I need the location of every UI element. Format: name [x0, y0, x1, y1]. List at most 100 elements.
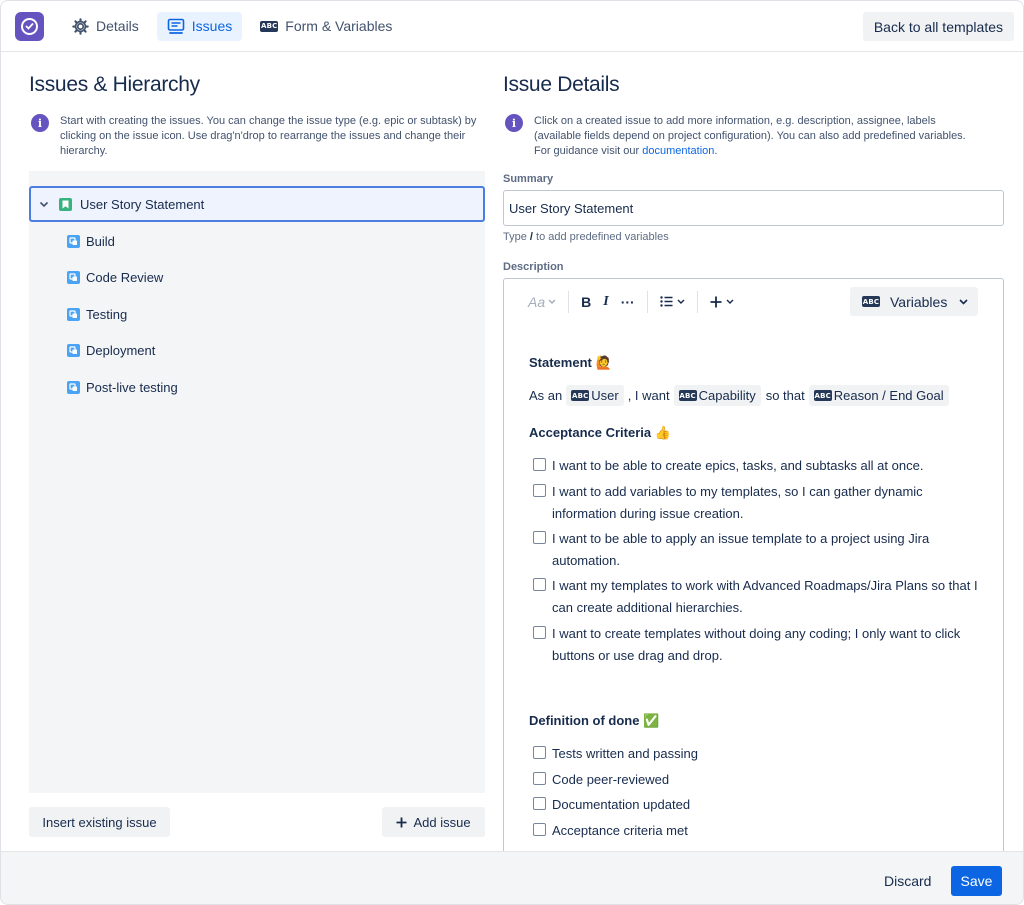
documentation-link[interactable]: documentation	[642, 145, 714, 157]
checkbox[interactable]	[533, 578, 546, 591]
statement-text: As an	[529, 388, 563, 403]
add-issue-label: Add issue	[413, 814, 471, 830]
abc-icon: ABC	[571, 390, 590, 401]
dod-item-text: Documentation updated	[552, 797, 691, 812]
acceptance-item: I want my templates to work with Advance…	[533, 575, 982, 618]
issues-hierarchy-title: Issues & Hierarchy	[29, 73, 200, 96]
plus-icon	[396, 817, 407, 828]
add-issue-button[interactable]: Add issue	[382, 807, 485, 837]
acceptance-item-text: I want to be able to apply an issue temp…	[552, 531, 930, 568]
tree-item-label: Code Review	[86, 269, 164, 285]
more-formatting-button[interactable]: ···	[621, 294, 635, 310]
chevron-down-icon	[726, 299, 734, 304]
abc-icon: ABC	[678, 390, 697, 401]
abc-icon: ABC	[813, 390, 832, 401]
checkbox[interactable]	[533, 458, 546, 471]
text-style-dropdown[interactable]: Aa	[528, 294, 556, 310]
statement-heading: Statement 🙋	[529, 355, 612, 370]
discard-button[interactable]: Discard	[873, 866, 942, 896]
acceptance-item-text: I want to be able to create epics, tasks…	[552, 458, 924, 473]
acceptance-item: I want to add variables to my templates,…	[533, 481, 982, 524]
tree-item-label: Build	[86, 233, 115, 249]
chevron-down-icon[interactable]	[38, 198, 50, 210]
task-icon[interactable]	[67, 234, 80, 248]
issue-details-title: Issue Details	[503, 73, 620, 96]
user-variable-chip[interactable]: ABC User	[566, 385, 624, 406]
statement-line: As an ABC User , I want ABC Capability so …	[529, 385, 953, 406]
definition-of-done-heading: Definition of done ✅	[529, 713, 660, 728]
checkbox[interactable]	[533, 746, 546, 759]
task-icon[interactable]	[67, 270, 80, 284]
acceptance-item: I want to create templates without doing…	[533, 623, 982, 666]
story-icon[interactable]	[59, 197, 72, 211]
summary-input[interactable]: User Story Statement	[503, 190, 1004, 226]
tree-item-testing[interactable]: Testing	[67, 304, 127, 324]
chip-label: Capability	[698, 388, 756, 403]
footer-bar	[1, 851, 1023, 904]
text-style-label: Aa	[528, 293, 546, 310]
tab-details[interactable]: Details	[62, 12, 149, 41]
toolbar-divider	[568, 290, 570, 313]
insert-existing-issue-button[interactable]: Insert existing issue	[29, 807, 170, 837]
tree-item-post-live-testing[interactable]: Post-live testing	[67, 377, 178, 397]
task-icon[interactable]	[67, 307, 80, 321]
chevron-down-icon	[677, 299, 685, 304]
plus-icon	[710, 296, 722, 308]
abc-icon: ABC	[862, 296, 880, 307]
reason-variable-chip[interactable]: ABC Reason / End Goal	[808, 385, 949, 406]
checkbox[interactable]	[533, 772, 546, 785]
task-icon[interactable]	[67, 380, 80, 394]
italic-button[interactable]: I	[603, 294, 608, 310]
description-editor[interactable]: Aa B I ··· ABC Variables Statement 🙋 As …	[503, 278, 1004, 858]
capability-variable-chip[interactable]: ABC Capability	[673, 385, 761, 406]
back-to-templates-button[interactable]: Back to all templates	[862, 12, 1014, 41]
dod-item: Documentation updated	[533, 794, 982, 816]
tree-item-build[interactable]: Build	[67, 231, 115, 251]
dod-item: Tests written and passing	[533, 743, 982, 765]
checkbox[interactable]	[533, 823, 546, 836]
tree-item-code-review[interactable]: Code Review	[67, 267, 163, 287]
dod-item: Acceptance criteria met	[533, 820, 982, 842]
checkbox[interactable]	[533, 531, 546, 544]
tab-issues[interactable]: Issues	[156, 11, 243, 41]
gear-icon	[72, 17, 89, 35]
dod-item-text: Code peer-reviewed	[552, 772, 670, 787]
tree-item-label: Post-live testing	[86, 379, 178, 395]
abc-badge: ABC	[260, 20, 279, 32]
summary-label: Summary	[503, 173, 554, 185]
acceptance-item-text: I want my templates to work with Advance…	[552, 578, 978, 615]
checkbox[interactable]	[533, 484, 546, 497]
list-dropdown[interactable]	[660, 296, 685, 307]
insert-dropdown[interactable]	[710, 296, 734, 308]
variables-dropdown[interactable]: ABC Variables	[850, 287, 978, 316]
acceptance-item: I want to be able to apply an issue temp…	[533, 528, 982, 571]
hint-text-end: to add predefined variables	[532, 231, 669, 243]
tab-details-label: Details	[96, 18, 139, 34]
tree-item-label: User Story Statement	[80, 196, 205, 212]
tab-form-variables-label: Form & Variables	[285, 18, 393, 34]
details-info-body: Click on a created issue to add more inf…	[534, 115, 966, 157]
checkbox[interactable]	[533, 797, 546, 810]
task-icon[interactable]	[67, 343, 80, 357]
tab-form-variables[interactable]: ABC Form & Variables	[250, 12, 402, 41]
checkbox[interactable]	[533, 626, 546, 639]
monitor-icon	[167, 18, 185, 35]
top-nav: Details Issues ABC Form & Variables Back…	[1, 1, 1023, 52]
variables-label: Variables	[890, 293, 948, 310]
check-circle-icon	[21, 17, 38, 35]
tree-item-deployment[interactable]: Deployment	[67, 340, 155, 360]
details-info-end: .	[714, 145, 718, 157]
dod-item-text: Acceptance criteria met	[552, 823, 688, 838]
save-button[interactable]: Save	[951, 866, 1002, 896]
statement-text: so that	[765, 388, 805, 403]
info-icon: i	[31, 114, 49, 132]
chip-label: Reason / End Goal	[833, 388, 944, 403]
acceptance-item: I want to be able to create epics, tasks…	[533, 455, 982, 477]
bullet-list-icon	[660, 296, 673, 307]
acceptance-item-text: I want to create templates without doing…	[552, 626, 961, 663]
tree-item-user-story[interactable]: User Story Statement	[29, 186, 485, 222]
bold-button[interactable]: B	[581, 294, 591, 310]
acceptance-criteria-heading: Acceptance Criteria 👍	[529, 425, 671, 440]
app-window: Details Issues ABC Form & Variables Back…	[0, 0, 1024, 905]
app-logo[interactable]	[15, 11, 44, 41]
